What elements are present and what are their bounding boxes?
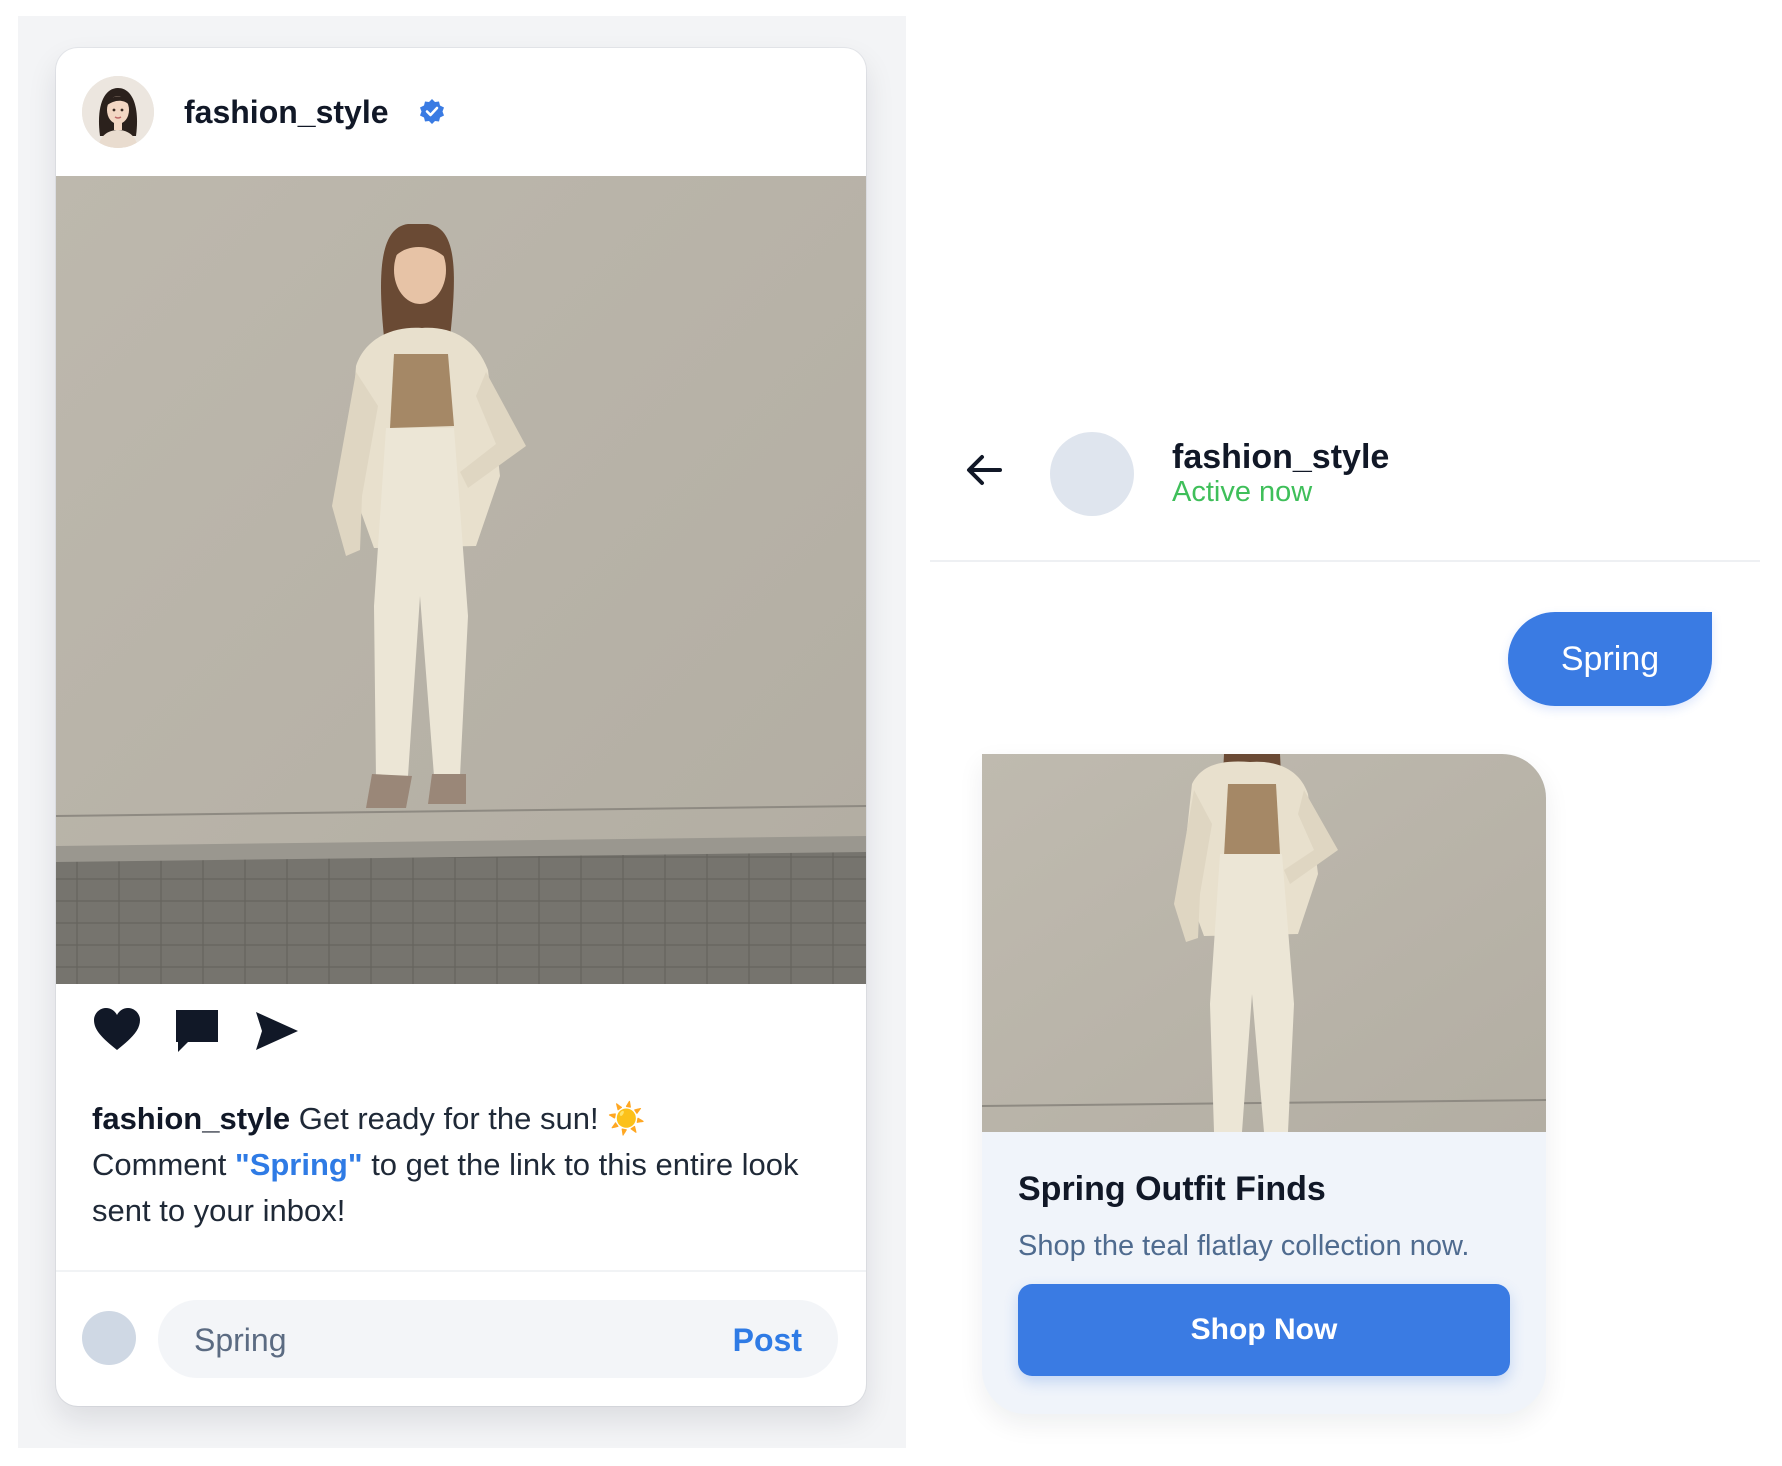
comment-input[interactable]: Spring Post: [158, 1300, 838, 1378]
caption-keyword: "Spring": [235, 1147, 363, 1182]
caption-username[interactable]: fashion_style: [92, 1101, 290, 1136]
divider: [56, 1270, 866, 1272]
post-panel: fashion_style fashion_style Get ready fo…: [18, 16, 906, 1448]
heart-icon[interactable]: [92, 1006, 142, 1056]
post-photo[interactable]: [56, 176, 866, 984]
avatar[interactable]: [82, 76, 154, 148]
promo-photo[interactable]: [982, 754, 1546, 1132]
send-icon[interactable]: [252, 1006, 302, 1056]
post-caption: fashion_style Get ready for the sun! ☀️ …: [92, 1096, 832, 1234]
post-comment-button[interactable]: Post: [733, 1322, 802, 1359]
back-arrow-icon[interactable]: [960, 446, 1008, 494]
promo-subtitle: Shop the teal flatlay collection now.: [1018, 1230, 1470, 1262]
sent-message-text: Spring: [1560, 639, 1660, 678]
chat-username[interactable]: fashion_style: [1172, 438, 1389, 477]
chat-header: fashion_style Active now: [930, 420, 1760, 562]
dm-panel: fashion_style Active now Spring Spring O…: [906, 0, 1782, 1466]
promo-title: Spring Outfit Finds: [1018, 1170, 1326, 1208]
comment-text[interactable]: Spring: [194, 1322, 287, 1359]
verified-badge-icon: [418, 98, 446, 126]
promo-card: Spring Outfit Finds Shop the teal flatla…: [982, 754, 1546, 1414]
sent-message-bubble: Spring: [1508, 612, 1712, 706]
caption-pre: Comment: [92, 1147, 227, 1182]
post-actions: [92, 1006, 392, 1060]
post-header: fashion_style: [56, 48, 866, 176]
shop-now-label: Shop Now: [1190, 1313, 1338, 1346]
caption-line1: Get ready for the sun! ☀️: [298, 1101, 646, 1136]
chat-avatar[interactable]: [1050, 432, 1134, 516]
chat-divider: [930, 560, 1760, 562]
post-card: fashion_style fashion_style Get ready fo…: [56, 48, 866, 1406]
comment-icon[interactable]: [172, 1006, 222, 1056]
comment-avatar: [82, 1311, 136, 1365]
shop-now-button[interactable]: Shop Now: [1018, 1284, 1510, 1376]
chat-status: Active now: [1172, 476, 1313, 508]
username[interactable]: fashion_style: [184, 94, 389, 131]
